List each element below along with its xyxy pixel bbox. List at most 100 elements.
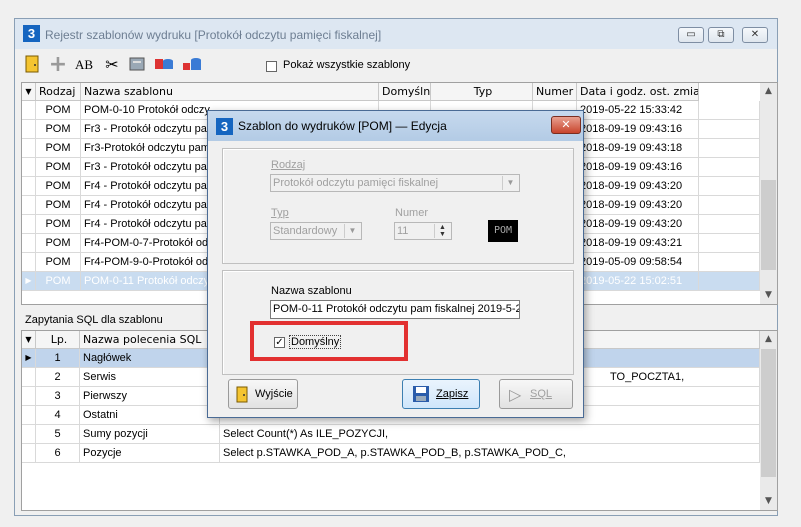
rodzaj-dropdown[interactable]: Protokół odczytu pamięci fiskalnej ▼ — [270, 174, 520, 192]
cell-data: 2018-09-19 09:43:21 — [577, 234, 699, 253]
cell-lp: 6 — [36, 444, 80, 463]
row-indicator — [22, 368, 36, 387]
typ-label: Typ — [271, 207, 289, 219]
row-indicator — [22, 139, 36, 158]
cell-data: 2018-09-19 09:43:16 — [577, 158, 699, 177]
code-badge: POM — [488, 220, 518, 242]
col-typ[interactable]: Typ — [431, 83, 533, 101]
window-title: Rejestr szablonów wydruku [Protokół odcz… — [45, 28, 382, 42]
templates-scrollbar[interactable]: ▲ ▼ — [760, 83, 777, 304]
add-plus-icon[interactable]: + — [47, 54, 69, 76]
scroll-down-icon[interactable]: ▼ — [760, 287, 777, 304]
toolbar: + AB ✂ Pokaż wszystkie szablony — [15, 51, 777, 77]
row-indicator — [22, 387, 36, 406]
col-rodzaj[interactable]: Rodzaj — [36, 83, 81, 101]
copy-db-icon[interactable] — [127, 55, 149, 75]
rodzaj-panel: Rodzaj Protokół odczytu pamięci fiskalne… — [222, 148, 574, 264]
numer-label: Numer — [395, 207, 429, 219]
row-indicator — [22, 177, 36, 196]
show-all-checkbox[interactable] — [266, 61, 277, 72]
cell-rodzaj: POM — [36, 177, 81, 196]
row-indicator: ▶ — [22, 349, 36, 368]
sql-scrollbar[interactable]: ▲ ▼ — [760, 331, 777, 510]
dialog-title-bar[interactable]: 3 Szablon do wydruków [POM] — Edycja ✕ — [208, 111, 583, 141]
nazwa-label: Nazwa szablonu — [271, 285, 352, 297]
save-button-label: Zapisz — [436, 388, 469, 400]
row-indicator — [22, 444, 36, 463]
cell-lp: 1 — [36, 349, 80, 368]
save-button[interactable]: Zapisz — [402, 379, 480, 409]
rodzaj-value: Protokół odczytu pamięci fiskalnej — [273, 177, 439, 189]
sql-sort-arrow-icon[interactable]: ▼ — [22, 331, 36, 349]
save-floppy-icon — [413, 386, 429, 402]
scroll-thumb[interactable] — [761, 180, 776, 270]
typ-dropdown-arrow-icon[interactable]: ▼ — [344, 224, 360, 238]
col-domyslny[interactable]: Domyślny — [379, 83, 431, 101]
rodzaj-label: Rodzaj — [271, 159, 306, 171]
cell-extra — [699, 158, 760, 177]
dialog-close-icon[interactable]: ✕ — [551, 116, 581, 134]
cell-lp: 2 — [36, 368, 80, 387]
cell-extra — [699, 196, 760, 215]
cell-lp: 3 — [36, 387, 80, 406]
rename-text-icon[interactable]: AB — [73, 55, 95, 75]
col-lp[interactable]: Lp. — [36, 331, 80, 349]
cell-rodzaj: POM — [36, 158, 81, 177]
cell-nazwa-sql: Nagłówek — [80, 349, 220, 368]
minimize-icon[interactable]: ▭ — [678, 27, 704, 43]
scroll-up-icon[interactable]: ▲ — [760, 83, 777, 100]
sql-scroll-thumb[interactable] — [761, 349, 776, 477]
cell-rodzaj: POM — [36, 101, 81, 120]
cell-rodzaj: POM — [36, 234, 81, 253]
numer-value: 11 — [397, 225, 409, 237]
cell-lp: 5 — [36, 425, 80, 444]
cell-extra — [699, 272, 760, 291]
col-nazwa-sql[interactable]: Nazwa polecenia SQL — [80, 331, 220, 349]
exit-button[interactable]: Wyjście — [228, 379, 298, 409]
typ-value: Standardowy — [273, 225, 338, 237]
cell-nazwa-sql: Serwis — [80, 368, 220, 387]
col-nazwa[interactable]: Nazwa szablonu — [81, 83, 379, 101]
cell-rodzaj: POM — [36, 272, 81, 291]
col-numer[interactable]: Numer — [533, 83, 577, 101]
sort-arrow-icon[interactable]: ▼ — [22, 83, 36, 101]
row-indicator — [22, 425, 36, 444]
cell-nazwa-sql: Sumy pozycji — [80, 425, 220, 444]
restore-icon[interactable]: ⧉ — [708, 27, 734, 43]
row-indicator — [22, 234, 36, 253]
title-bar[interactable]: 3 Rejestr szablonów wydruku [Protokół od… — [15, 19, 777, 49]
show-all-label: Pokaż wszystkie szablony — [283, 59, 411, 71]
cell-data: 2018-09-19 09:43:18 — [577, 139, 699, 158]
sql-button[interactable]: ▷ SQL — [499, 379, 573, 409]
col-data[interactable]: Data i godz. ost. zmiany — [577, 83, 699, 101]
numer-spin-icon[interactable]: ▲ ▼ — [434, 224, 450, 238]
exit-button-label: Wyjście — [255, 388, 293, 400]
sql-scroll-up-icon[interactable]: ▲ — [760, 331, 777, 348]
sql-section-title: Zapytania SQL dla szablonu — [25, 314, 163, 326]
highlight-box — [250, 321, 408, 361]
cell-sql-text: Select Count(*) As ILE_POZYCJI, — [220, 425, 760, 444]
cell-extra — [699, 177, 760, 196]
numer-stepper[interactable]: 11 ▲ ▼ — [394, 222, 452, 240]
sql-scroll-down-icon[interactable]: ▼ — [760, 493, 777, 510]
typ-dropdown[interactable]: Standardowy ▼ — [270, 222, 362, 240]
cell-extra — [699, 139, 760, 158]
cell-nazwa-sql: Pierwszy — [80, 387, 220, 406]
nazwa-input[interactable]: POM-0-11 Protokół odczytu pam fiskalnej … — [270, 300, 520, 319]
app-icon: 3 — [23, 25, 40, 42]
cell-rodzaj: POM — [36, 120, 81, 139]
close-icon[interactable]: ✕ — [742, 27, 768, 43]
rodzaj-dropdown-arrow-icon[interactable]: ▼ — [502, 176, 518, 190]
cell-rodzaj: POM — [36, 215, 81, 234]
import-db-icon[interactable] — [153, 55, 175, 75]
cell-sql-text: Select p.STAWKA_POD_A, p.STAWKA_POD_B, p… — [220, 444, 760, 463]
export-db-icon[interactable] — [181, 55, 203, 75]
cut-scissors-icon[interactable]: ✂ — [101, 55, 123, 75]
row-indicator — [22, 120, 36, 139]
cell-extra — [699, 253, 760, 272]
exit-door-icon[interactable] — [21, 55, 43, 75]
row-indicator — [22, 406, 36, 425]
row-indicator — [22, 253, 36, 272]
cell-data: 2018-09-19 09:43:20 — [577, 196, 699, 215]
cell-data: 2018-09-19 09:43:20 — [577, 215, 699, 234]
